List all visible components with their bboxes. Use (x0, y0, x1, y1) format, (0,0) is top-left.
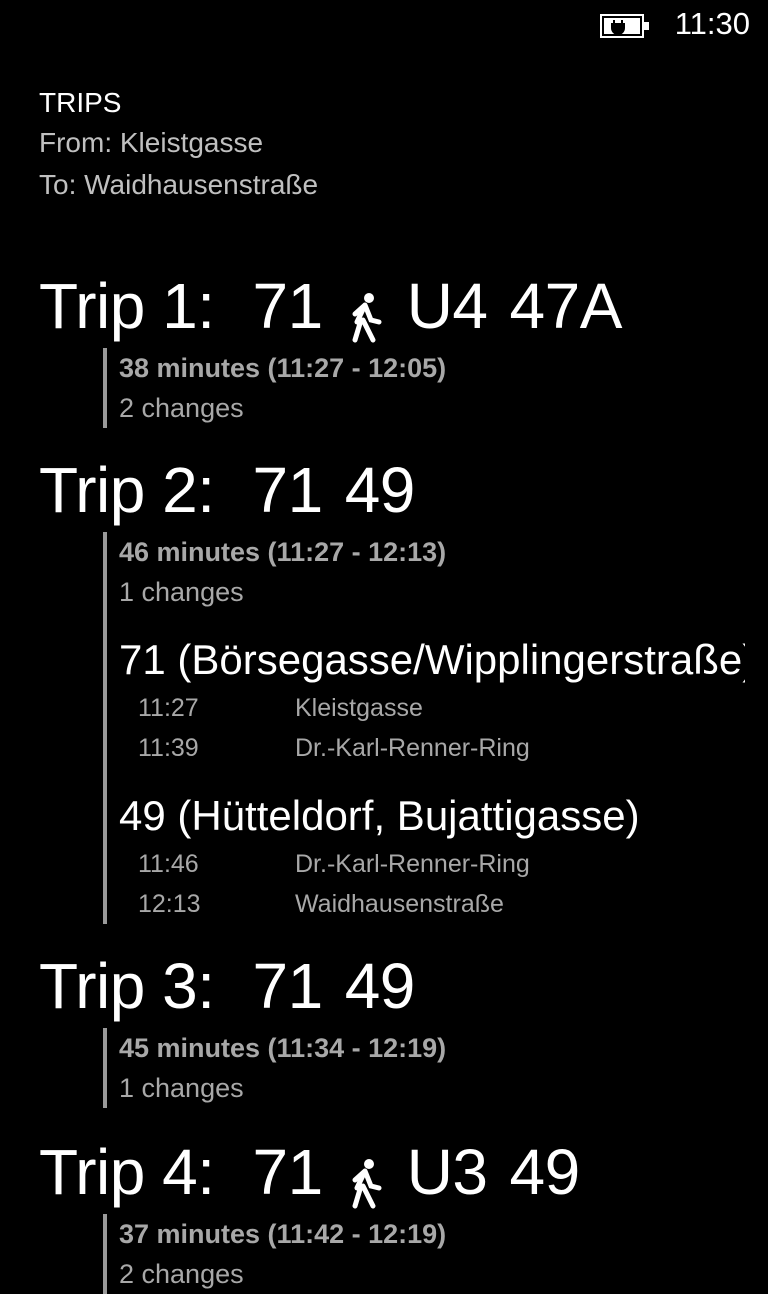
trip-changes: 1 changes (119, 577, 244, 607)
stop-time: 11:46 (138, 850, 199, 878)
trip-list: Trip 1: 71 U4 47A 38 minutes (11:27 - 12:05)… (0, 0, 768, 1294)
line-number: 71 (252, 950, 324, 1022)
trip-header[interactable]: Trip 3: 71 49 (39, 944, 768, 1028)
stop-time: 11:39 (138, 734, 199, 762)
walk-icon (345, 1146, 385, 1209)
trip-label: Trip 4: (39, 1136, 215, 1208)
line-number: 71 (252, 1136, 324, 1208)
stop-time: 11:27 (138, 694, 199, 722)
stop-time: 12:13 (138, 890, 201, 918)
line-number: U4 (406, 270, 488, 342)
trip-details: 46 minutes (11:27 - 12:13) 1 changes 71 (B… (103, 532, 768, 924)
stop-row: 11:39 Dr.-Karl-Renner-Ring (119, 728, 768, 768)
leg-title: 49 (Hütteldorf, Bujattigasse) (119, 792, 640, 839)
trip-duration: 38 minutes (11:27 - 12:05) (119, 353, 447, 383)
stop-row: 11:27 Kleistgasse (119, 688, 768, 728)
detail-bar (103, 1028, 107, 1108)
stop-name: Waidhausenstraße (295, 890, 504, 918)
trip-duration: 46 minutes (11:27 - 12:13) (119, 537, 447, 567)
trip-details: 38 minutes (11:27 - 12:05) 2 changes (103, 348, 768, 428)
line-number: 47A (509, 270, 623, 342)
detail-bar (103, 532, 107, 924)
detail-bar (103, 1214, 107, 1294)
stop-row: 11:46 Dr.-Karl-Renner-Ring (119, 844, 768, 884)
trip-leg: 71 (Börsegasse/Wipplingerstraße) 11:27 Kle… (119, 632, 768, 768)
trip-item[interactable]: Trip 1: 71 U4 47A 38 minutes (11:27 - 12:05)… (39, 264, 768, 428)
stop-name: Kleistgasse (295, 694, 423, 722)
trip-header[interactable]: Trip 4: 71 U3 49 (39, 1130, 768, 1214)
line-number: 49 (344, 950, 416, 1022)
stop-name: Dr.-Karl-Renner-Ring (295, 734, 530, 762)
trip-label: Trip 2: (39, 454, 215, 526)
line-number: 71 (252, 270, 324, 342)
stop-name: Dr.-Karl-Renner-Ring (295, 850, 530, 878)
line-number: 49 (509, 1136, 581, 1208)
trip-duration: 37 minutes (11:42 - 12:19) (119, 1219, 447, 1249)
trip-item[interactable]: Trip 3: 71 49 45 minutes (11:34 - 12:19) 1 c… (39, 944, 768, 1108)
leg-title: 71 (Börsegasse/Wipplingerstraße) (119, 636, 745, 683)
trip-label: Trip 1: (39, 270, 215, 342)
trip-details: 45 minutes (11:34 - 12:19) 1 changes (103, 1028, 768, 1108)
trip-details: 37 minutes (11:42 - 12:19) 2 changes (103, 1214, 768, 1294)
trip-header[interactable]: Trip 2: 71 49 (39, 448, 768, 532)
line-number: 49 (344, 454, 416, 526)
stop-row: 12:13 Waidhausenstraße (119, 884, 768, 924)
trip-leg: 49 (Hütteldorf, Bujattigasse) 11:46 Dr.-Ka… (119, 788, 768, 924)
trip-label: Trip 3: (39, 950, 215, 1022)
line-number: 71 (252, 454, 324, 526)
walk-icon (345, 280, 385, 343)
trip-item[interactable]: Trip 4: 71 U3 49 37 minutes (11:42 - 12:19) 2… (39, 1130, 768, 1294)
line-number: U3 (406, 1136, 488, 1208)
trip-duration: 45 minutes (11:34 - 12:19) (119, 1033, 447, 1063)
trip-header[interactable]: Trip 1: 71 U4 47A (39, 264, 768, 348)
trip-changes: 2 changes (119, 393, 244, 423)
detail-bar (103, 348, 107, 428)
trip-changes: 2 changes (119, 1259, 244, 1289)
trip-changes: 1 changes (119, 1073, 244, 1103)
trip-item[interactable]: Trip 2: 71 49 46 minutes (11:27 - 12:13) 1 c… (39, 448, 768, 924)
